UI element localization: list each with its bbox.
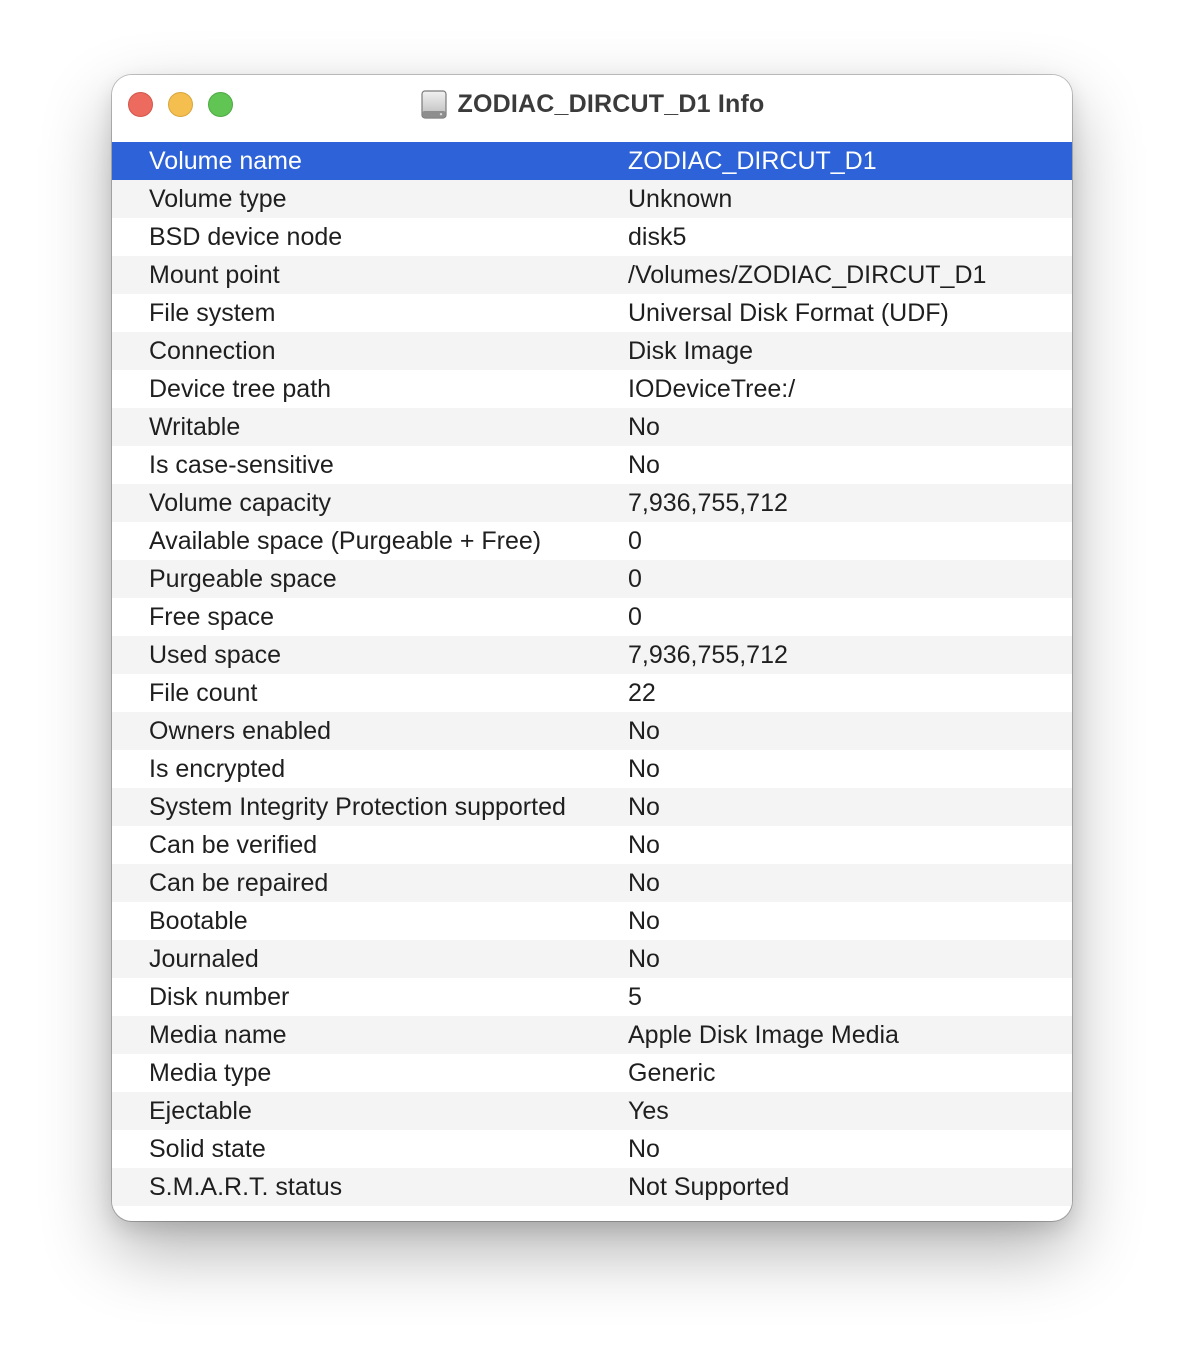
row-key: Available space (Purgeable + Free)	[149, 526, 542, 555]
table-row[interactable]: Used space 7,936,755,712	[112, 636, 1072, 674]
table-row[interactable]: Volume name ZODIAC_DIRCUT_D1	[112, 142, 1072, 180]
row-value: No	[628, 450, 660, 479]
row-value: No	[628, 1134, 660, 1163]
info-table: Volume name ZODIAC_DIRCUT_D1 Volume type Un…	[112, 142, 1072, 1206]
row-value: Disk Image	[628, 336, 754, 365]
row-value: ZODIAC_DIRCUT_D1	[628, 146, 877, 175]
row-key: Purgeable space	[149, 564, 337, 593]
row-key: Writable	[149, 412, 241, 441]
row-value: Unknown	[628, 184, 733, 213]
row-key: Bootable	[149, 906, 248, 935]
table-row[interactable]: BSD device node disk5	[112, 218, 1072, 256]
table-row[interactable]: Device tree path IODeviceTree:/	[112, 370, 1072, 408]
table-row[interactable]: Available space (Purgeable + Free) 0	[112, 522, 1072, 560]
table-row[interactable]: Writable No	[112, 408, 1072, 446]
row-value: No	[628, 716, 660, 745]
row-key: Volume capacity	[149, 488, 332, 517]
row-key: Volume name	[149, 146, 302, 175]
table-row[interactable]: Free space 0	[112, 598, 1072, 636]
row-value: IODeviceTree:/	[628, 374, 796, 403]
table-row[interactable]: Disk number 5	[112, 978, 1072, 1016]
table-row[interactable]: Is encrypted No	[112, 750, 1072, 788]
row-key: Volume type	[149, 184, 287, 213]
table-row[interactable]: Is case-sensitive No	[112, 446, 1072, 484]
row-value: Generic	[628, 1058, 716, 1087]
row-key: Free space	[149, 602, 275, 631]
row-value: 22	[628, 678, 656, 707]
table-row[interactable]: Solid state No	[112, 1130, 1072, 1168]
table-row[interactable]: Volume capacity 7,936,755,712	[112, 484, 1072, 522]
row-key: Device tree path	[149, 374, 332, 403]
row-value: disk5	[628, 222, 687, 251]
row-key: Solid state	[149, 1134, 266, 1163]
row-value: 5	[628, 982, 642, 1011]
row-key: Connection	[149, 336, 276, 365]
table-row[interactable]: Bootable No	[112, 902, 1072, 940]
window-title-group: ZODIAC_DIRCUT_D1 Info	[112, 89, 1072, 119]
row-key: File system	[149, 298, 276, 327]
row-value: 7,936,755,712	[628, 640, 788, 669]
table-row[interactable]: Purgeable space 0	[112, 560, 1072, 598]
row-value: 0	[628, 526, 642, 555]
table-row[interactable]: Can be repaired No	[112, 864, 1072, 902]
row-key: Mount point	[149, 260, 280, 289]
table-row[interactable]: Owners enabled No	[112, 712, 1072, 750]
row-value: No	[628, 944, 660, 973]
row-value: Universal Disk Format (UDF)	[628, 298, 949, 327]
row-value: Apple Disk Image Media	[628, 1020, 899, 1049]
row-key: System Integrity Protection supported	[149, 792, 566, 821]
row-key: Ejectable	[149, 1096, 252, 1125]
table-row[interactable]: Journaled No	[112, 940, 1072, 978]
external-drive-icon	[420, 89, 447, 119]
table-row[interactable]: Can be verified No	[112, 826, 1072, 864]
info-window: ZODIAC_DIRCUT_D1 Info Volume name ZODIAC_…	[112, 75, 1072, 1221]
row-value: No	[628, 830, 660, 859]
table-row[interactable]: Media name Apple Disk Image Media	[112, 1016, 1072, 1054]
row-value: No	[628, 792, 660, 821]
row-key: Used space	[149, 640, 282, 669]
row-key: Disk number	[149, 982, 290, 1011]
row-value: 7,936,755,712	[628, 488, 788, 517]
row-value: 0	[628, 602, 642, 631]
row-value: /Volumes/ZODIAC_DIRCUT_D1	[628, 260, 987, 289]
row-key: Can be verified	[149, 830, 318, 859]
row-value: No	[628, 906, 660, 935]
row-key: Is case-sensitive	[149, 450, 334, 479]
row-key: S.M.A.R.T. status	[149, 1172, 343, 1201]
row-value: No	[628, 754, 660, 783]
table-row[interactable]: Mount point/Volumes/ZODIAC_DIRCUT_D1	[112, 256, 1072, 294]
row-key: Can be repaired	[149, 868, 329, 897]
table-row[interactable]: File system Universal Disk Format (UDF)	[112, 294, 1072, 332]
row-value: 0	[628, 564, 642, 593]
row-value: Not Supported	[628, 1172, 790, 1201]
table-row[interactable]: Volume type Unknown	[112, 180, 1072, 218]
row-key: Owners enabled	[149, 716, 332, 745]
row-key: Journaled	[149, 944, 259, 973]
row-key: BSD device node	[149, 222, 343, 251]
table-row[interactable]: File count 22	[112, 674, 1072, 712]
row-key: Media type	[149, 1058, 272, 1087]
table-row[interactable]: Ejectable Yes	[112, 1092, 1072, 1130]
table-row[interactable]: S.M.A.R.T. status Not Supported	[112, 1168, 1072, 1206]
row-key: Media name	[149, 1020, 287, 1049]
table-row[interactable]: Connection Disk Image	[112, 332, 1072, 370]
title-bar[interactable]: ZODIAC_DIRCUT_D1 Info	[112, 75, 1072, 142]
window-title: ZODIAC_DIRCUT_D1 Info	[457, 89, 765, 118]
row-value: No	[628, 868, 660, 897]
row-value: Yes	[628, 1096, 669, 1125]
row-key: Is encrypted	[149, 754, 286, 783]
table-row[interactable]: Media type Generic	[112, 1054, 1072, 1092]
row-value: No	[628, 412, 660, 441]
row-key: File count	[149, 678, 258, 707]
table-row[interactable]: System Integrity Protection supported No	[112, 788, 1072, 826]
